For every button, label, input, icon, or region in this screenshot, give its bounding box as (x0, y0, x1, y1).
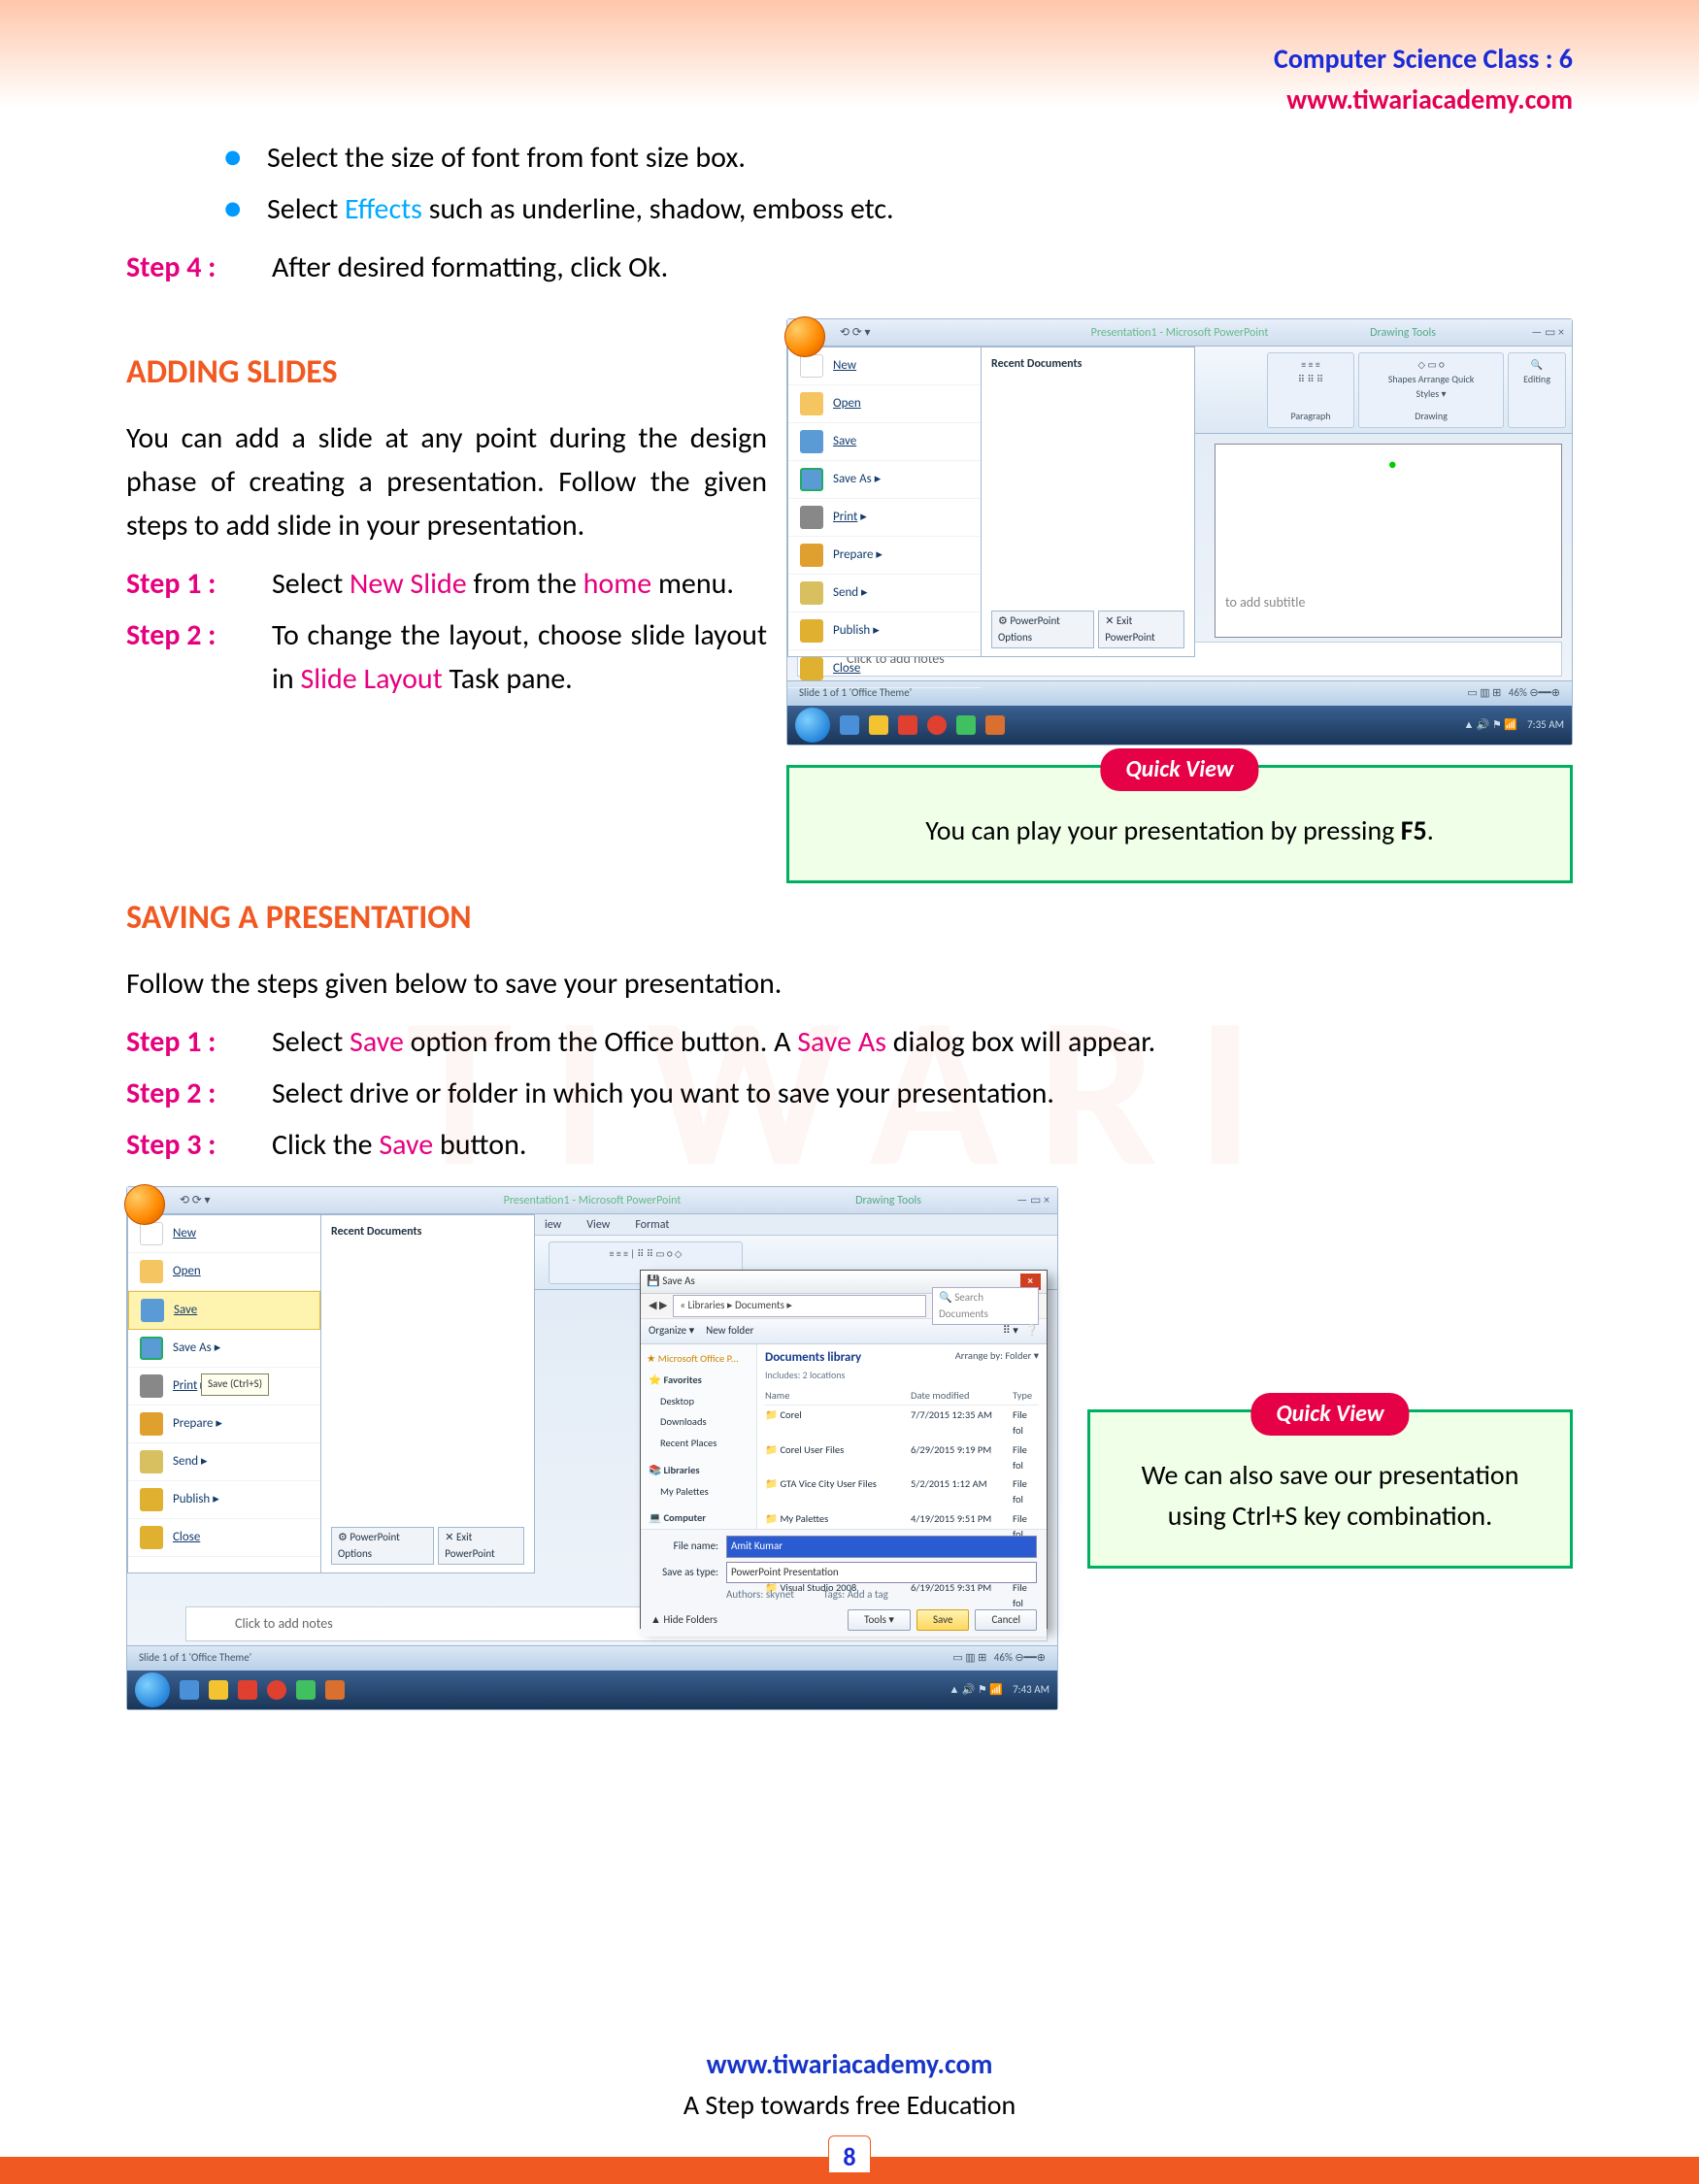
footer-url: www.tiwariacademy.com (0, 2044, 1699, 2085)
menu-send[interactable]: Send ▸ (128, 1443, 320, 1481)
office-button-icon[interactable] (124, 1184, 165, 1225)
adding-intro: You can add a slide at any point during … (126, 416, 767, 547)
step-label: Step 4 : (126, 246, 272, 289)
menu-saveas[interactable]: Save As ▸ (788, 461, 981, 499)
tools-button[interactable]: Tools ▾ (848, 1609, 911, 1632)
exit-button[interactable]: ✕ Exit PowerPoint (1098, 611, 1184, 648)
bullet-list: Select the size of font from font size b… (223, 136, 1573, 231)
menu-publish[interactable]: Publish ▸ (128, 1481, 320, 1519)
link-effects: Effects (345, 191, 422, 227)
step-label: Step 1 : (126, 1020, 272, 1064)
dialog-sidebar[interactable]: ★ Microsoft Office P... ⭐ Favorites Desk… (641, 1344, 757, 1529)
quickview-badge: Quick View (1250, 1393, 1409, 1436)
start-button-icon[interactable] (795, 708, 830, 743)
hide-folders-button[interactable]: ▲ Hide Folders (650, 1612, 717, 1629)
bullet-item: Select Effects such as underline, shadow… (223, 187, 1573, 231)
quickview-badge: Quick View (1100, 748, 1258, 791)
step-label: Step 2 : (126, 1072, 272, 1115)
filename-field[interactable]: File name:Amit Kumar (650, 1536, 1037, 1558)
options-button[interactable]: ⚙ PowerPoint Options (991, 611, 1094, 648)
office-button-icon[interactable] (784, 316, 825, 357)
menu-prepare[interactable]: Prepare ▸ (788, 537, 981, 575)
address-bar[interactable]: ◀ ▶ « Libraries ▸ Documents ▸ 🔍 Search D… (641, 1294, 1047, 1319)
class-label: Computer Science Class : 6 (1274, 39, 1573, 80)
drawing-tools-label: Drawing Tools (1370, 324, 1436, 342)
footer-tagline: A Step towards free Education (0, 2085, 1699, 2126)
page-number: 8 (828, 2135, 871, 2172)
save-as-dialog[interactable]: 💾 Save As × ◀ ▶ « Libraries ▸ Documents … (640, 1270, 1048, 1629)
menu-new[interactable]: New (128, 1215, 320, 1253)
type-field[interactable]: Save as type:PowerPoint Presentation (650, 1562, 1037, 1584)
cancel-button[interactable]: Cancel (975, 1609, 1037, 1632)
exit-button[interactable]: ✕ Exit PowerPoint (438, 1527, 524, 1565)
menu-publish[interactable]: Publish ▸ (788, 612, 981, 650)
menu-send[interactable]: Send ▸ (788, 575, 981, 612)
step-label: Step 3 : (126, 1123, 272, 1167)
quickview-box-1: Quick View You can play your presentatio… (786, 765, 1573, 883)
recent-documents-panel: Recent Documents ⚙ PowerPoint Options ✕ … (982, 347, 1195, 657)
footer: www.tiwariacademy.com A Step towards fre… (0, 2044, 1699, 2126)
saving-step2: Step 2 : Select drive or folder in which… (126, 1072, 1573, 1115)
header-url: www.tiwariacademy.com (1274, 80, 1573, 120)
taskbar: ▲ 🔊 ⚑ 📶7:35 AM (787, 706, 1572, 745)
start-button-icon[interactable] (135, 1672, 170, 1707)
powerpoint-screenshot-2: ⟲ ⟳ ▾ Presentation1 - Microsoft PowerPoi… (126, 1186, 1058, 1710)
save-tooltip: Save (Ctrl+S) (201, 1373, 269, 1396)
save-button[interactable]: Save (916, 1609, 969, 1632)
menu-open[interactable]: Open (128, 1253, 320, 1291)
office-menu[interactable]: New Open Save Save As ▸ Print ▸ Prepare … (787, 347, 982, 657)
saving-step1: Step 1 : Select Save option from the Off… (126, 1020, 1573, 1064)
menu-close[interactable]: Close (128, 1519, 320, 1557)
section-title-adding: ADDING SLIDES (126, 347, 767, 397)
status-bar: Slide 1 of 1 'Office Theme' ▭ ▥ ⊞ 46% ⊖━… (127, 1645, 1057, 1671)
adding-step2: Step 2 : To change the layout, choose sl… (126, 613, 767, 701)
step-label: Step 1 : (126, 562, 272, 606)
adding-step1: Step 1 : Select New Slide from the home … (126, 562, 767, 606)
section-title-saving: SAVING A PRESENTATION (126, 893, 1573, 943)
saving-intro: Follow the steps given below to save you… (126, 962, 1573, 1006)
step-4: Step 4 : After desired formatting, click… (126, 246, 1573, 289)
recent-documents-panel: Recent Documents ⚙ PowerPoint Options ✕ … (321, 1214, 535, 1573)
menu-save[interactable]: Save (788, 423, 981, 461)
menu-close[interactable]: Close (788, 650, 981, 688)
title-bar: ⟲ ⟳ ▾ Presentation1 - Microsoft PowerPoi… (127, 1187, 1057, 1214)
taskbar: ▲ 🔊 ⚑ 📶7:43 AM (127, 1671, 1057, 1709)
powerpoint-screenshot-1: ⟲ ⟳ ▾ Presentation1 - Microsoft PowerPoi… (786, 318, 1573, 745)
drawing-tools-label: Drawing Tools (855, 1192, 921, 1209)
menu-saveas[interactable]: Save As ▸ (128, 1330, 320, 1368)
options-button[interactable]: ⚙ PowerPoint Options (331, 1527, 434, 1565)
step-label: Step 2 : (126, 613, 272, 701)
slide-canvas[interactable]: to add subtitle ● (1215, 444, 1562, 638)
bullet-item: Select the size of font from font size b… (223, 136, 1573, 180)
quickview-box-2: Quick View We can also save our presenta… (1087, 1409, 1573, 1569)
menu-open[interactable]: Open (788, 385, 981, 423)
saving-step3: Step 3 : Click the Save button. (126, 1123, 1573, 1167)
menu-new[interactable]: New (788, 347, 981, 385)
page-header: Computer Science Class : 6 www.tiwariaca… (1274, 39, 1573, 120)
window-title: Presentation1 - Microsoft PowerPoint (787, 324, 1572, 342)
menu-save[interactable]: Save (128, 1291, 320, 1330)
file-list[interactable]: Documents library Includes: 2 locations … (757, 1344, 1047, 1529)
menu-prepare[interactable]: Prepare ▸ (128, 1406, 320, 1443)
title-bar: ⟲ ⟳ ▾ Presentation1 - Microsoft PowerPoi… (787, 319, 1572, 347)
menu-print[interactable]: Print ▸ (788, 499, 981, 537)
